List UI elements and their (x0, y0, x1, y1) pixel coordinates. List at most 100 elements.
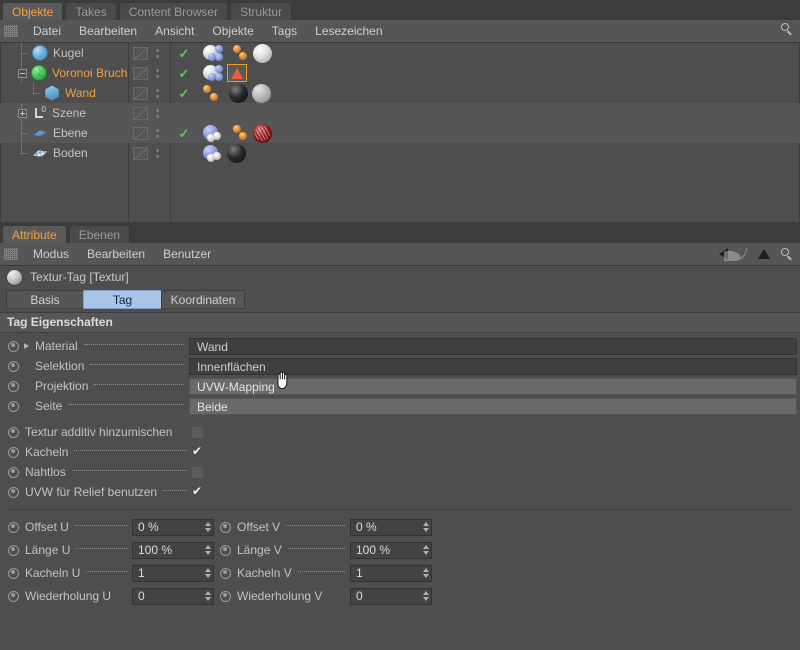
length-u-input[interactable]: 100 % (132, 542, 214, 559)
parameter-dot-icon[interactable] (220, 545, 231, 556)
row-toggle-cell[interactable] (128, 123, 170, 143)
layer-dots-icon[interactable] (154, 126, 160, 140)
row-toggle-cell[interactable] (128, 103, 170, 123)
tab-takes[interactable]: Takes (65, 2, 116, 20)
checkbox-nahtlos[interactable] (192, 467, 203, 478)
stepper-icon[interactable] (421, 566, 430, 581)
collapse-expander-icon[interactable] (18, 69, 27, 78)
offset-v-input[interactable]: 0 % (350, 519, 432, 536)
up-icon[interactable] (758, 249, 770, 259)
menu-benutzer[interactable]: Benutzer (154, 243, 220, 265)
material-tag-red-icon[interactable] (253, 124, 272, 143)
property-row-kacheln-v[interactable]: Kacheln V 1 (220, 563, 432, 583)
enabled-check[interactable] (170, 143, 198, 163)
visibility-dot-icon[interactable] (133, 107, 148, 120)
parameter-dot-icon[interactable] (220, 591, 231, 602)
phong-tag-icon[interactable] (203, 45, 223, 62)
parameter-dot-icon[interactable] (8, 341, 19, 352)
stepper-icon[interactable] (421, 589, 430, 604)
row-toggle-cell[interactable] (128, 43, 170, 63)
stepper-icon[interactable] (421, 543, 430, 558)
tree-cell[interactable]: Wand (0, 83, 128, 103)
parameter-dot-icon[interactable] (8, 427, 19, 438)
material-tag-grey-icon[interactable] (252, 84, 271, 103)
parameter-dot-icon[interactable] (8, 591, 19, 602)
selection-tag-triangle-icon[interactable] (227, 64, 247, 82)
tag-cell[interactable] (198, 123, 272, 143)
stepper-icon[interactable] (203, 589, 212, 604)
parameter-dot-icon[interactable] (8, 467, 19, 478)
checkbox-textur-additiv[interactable] (192, 427, 203, 438)
offset-u-input[interactable]: 0 % (132, 519, 214, 536)
row-toggle-cell[interactable] (128, 63, 170, 83)
parameter-dot-icon[interactable] (8, 361, 19, 372)
chevron-right-icon[interactable] (24, 343, 29, 349)
stepper-icon[interactable] (203, 566, 212, 581)
tab-tag[interactable]: Tag (83, 290, 162, 309)
tab-content-browser[interactable]: Content Browser (119, 2, 228, 20)
tree-cell[interactable]: Voronoi Bruch (0, 63, 128, 83)
search-icon[interactable] (781, 23, 794, 36)
row-toggle-cell[interactable] (128, 143, 170, 163)
table-row[interactable]: Boden (0, 143, 800, 163)
menu-bearbeiten[interactable]: Bearbeiten (78, 243, 154, 265)
table-row[interactable]: 0 Szene (0, 103, 800, 123)
tiles-u-input[interactable]: 1 (132, 565, 214, 582)
tab-struktur[interactable]: Struktur (230, 2, 292, 20)
parameter-dot-icon[interactable] (8, 447, 19, 458)
visibility-dot-icon[interactable] (133, 47, 148, 60)
enabled-check[interactable]: ✓ (170, 123, 198, 143)
enabled-check[interactable]: ✓ (170, 83, 198, 103)
tag-cell[interactable] (198, 143, 246, 163)
tab-attribute[interactable]: Attribute (2, 225, 67, 243)
parameter-dot-icon[interactable] (220, 568, 231, 579)
drag-grip-icon[interactable] (4, 248, 18, 260)
projection-dropdown[interactable]: UVW-Mapping (189, 378, 797, 395)
table-row[interactable]: Voronoi Bruch ✓ (0, 63, 800, 83)
tab-koordinaten[interactable]: Koordinaten (161, 290, 245, 309)
tag-cell[interactable] (198, 63, 247, 83)
checkbox-kacheln[interactable] (192, 447, 203, 458)
material-tag-dark-icon[interactable] (227, 144, 246, 163)
menu-tags[interactable]: Tags (263, 20, 306, 42)
layer-dots-icon[interactable] (154, 106, 160, 120)
property-row-kacheln-u[interactable]: Kacheln U 1 (8, 563, 220, 583)
tab-basis[interactable]: Basis (6, 290, 84, 309)
property-row-wiederholung-v[interactable]: Wiederholung V 0 (220, 586, 432, 606)
side-dropdown[interactable]: Beide (189, 398, 797, 415)
tab-objekte[interactable]: Objekte (2, 2, 63, 20)
property-row-seite[interactable]: Seite Beide (0, 396, 800, 416)
visibility-dot-icon[interactable] (133, 147, 148, 160)
tag-cell[interactable] (198, 43, 272, 63)
phong-tag-blue-icon[interactable] (203, 125, 223, 142)
property-row-nahtlos[interactable]: Nahtlos (0, 462, 800, 482)
checkbox-uvw-relief[interactable] (192, 487, 203, 498)
layer-dots-icon[interactable] (154, 86, 160, 100)
tree-cell[interactable]: Ebene (0, 123, 128, 143)
parameter-dot-icon[interactable] (8, 381, 19, 392)
menu-bearbeiten[interactable]: Bearbeiten (70, 20, 146, 42)
property-row-laenge-v[interactable]: Länge V 100 % (220, 540, 432, 560)
table-row[interactable]: Ebene ✓ (0, 123, 800, 143)
property-row-selektion[interactable]: Selektion Innenflächen (0, 356, 800, 376)
expand-expander-icon[interactable] (18, 109, 27, 118)
property-row-projektion[interactable]: Projektion UVW-Mapping (0, 376, 800, 396)
back-icon[interactable] (719, 248, 747, 261)
menu-objekte[interactable]: Objekte (203, 20, 262, 42)
table-row[interactable]: Kugel ✓ (0, 43, 800, 63)
search-icon[interactable] (781, 248, 794, 261)
drag-grip-icon[interactable] (4, 25, 18, 37)
visibility-dot-icon[interactable] (133, 87, 148, 100)
tag-cell[interactable] (198, 103, 203, 123)
parameter-dot-icon[interactable] (8, 568, 19, 579)
property-row-wiederholung-u[interactable]: Wiederholung U 0 (8, 586, 220, 606)
material-tag-white-icon[interactable] (253, 44, 272, 63)
menu-datei[interactable]: Datei (24, 20, 70, 42)
material-tag-orange-icon[interactable] (227, 45, 249, 62)
tab-ebenen[interactable]: Ebenen (69, 225, 130, 243)
layer-dots-icon[interactable] (154, 146, 160, 160)
parameter-dot-icon[interactable] (8, 522, 19, 533)
property-row-offset-v[interactable]: Offset V 0 % (220, 517, 432, 537)
property-row-uvw-relief[interactable]: UVW für Relief benutzen (0, 482, 800, 502)
object-tree-panel[interactable]: Kugel ✓ (0, 43, 800, 223)
